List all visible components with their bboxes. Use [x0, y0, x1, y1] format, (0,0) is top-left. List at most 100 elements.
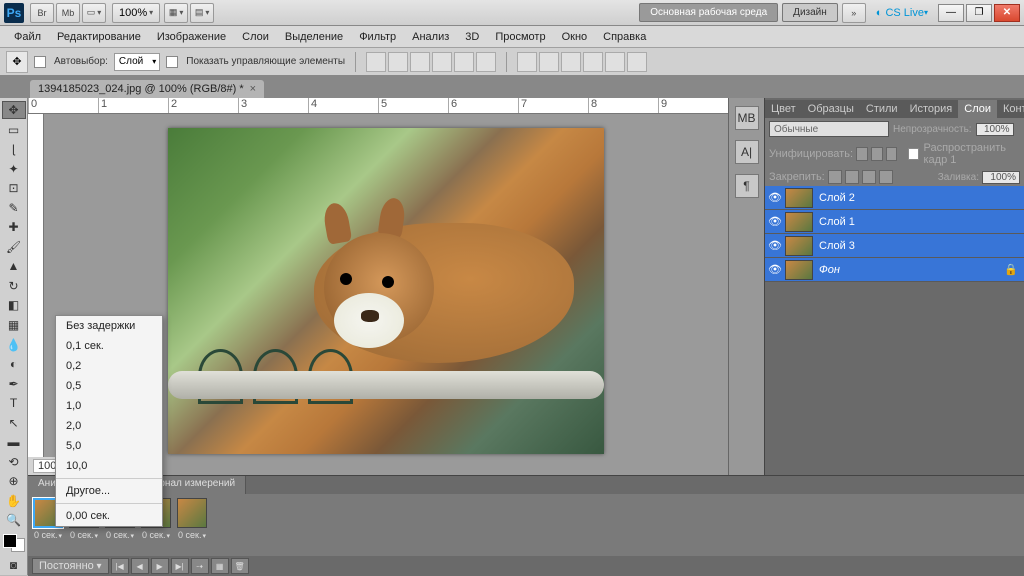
layer-name[interactable]: Фон [819, 264, 840, 276]
layer-visibility-icon[interactable]: 👁 [765, 191, 785, 204]
window-minimize-button[interactable]: — [938, 4, 964, 22]
frame-delay-dropdown[interactable]: 0 сек. [106, 530, 134, 540]
menu-filter[interactable]: Фильтр [351, 28, 404, 46]
layer-thumbnail[interactable] [785, 212, 813, 232]
menu-view[interactable]: Просмотр [487, 28, 553, 46]
frame-thumbnail[interactable] [177, 498, 207, 528]
play-button[interactable]: ▶ [151, 558, 169, 574]
shape-tool[interactable]: ▬ [2, 433, 26, 451]
workspace-design-button[interactable]: Дизайн [782, 3, 838, 22]
path-tool[interactable]: ↖ [2, 414, 26, 432]
loop-dropdown[interactable]: Постоянно ▾ [32, 558, 109, 574]
distribute-top-button[interactable] [517, 52, 537, 72]
auto-select-checkbox[interactable] [34, 56, 46, 68]
delay-option-0-1[interactable]: 0,1 сек. [56, 336, 162, 356]
frame-delay-dropdown[interactable]: 0 сек. [142, 530, 170, 540]
cslive-dropdown[interactable]: CS Live [876, 7, 928, 19]
layer-thumbnail[interactable] [785, 188, 813, 208]
layer-name[interactable]: Слой 2 [819, 192, 855, 204]
extras-dropdown[interactable]: ▤ [190, 3, 214, 23]
bridge-button[interactable]: Br [30, 3, 54, 23]
wand-tool[interactable]: ✦ [2, 160, 26, 178]
brush-tool[interactable]: 🖌 [2, 238, 26, 256]
distribute-left-button[interactable] [583, 52, 603, 72]
heal-tool[interactable]: ✚ [2, 219, 26, 237]
window-close-button[interactable]: ✕ [994, 4, 1020, 22]
minibridge-dock-icon[interactable]: MB [735, 106, 759, 130]
delay-option-0-2[interactable]: 0,2 [56, 356, 162, 376]
unify-position-button[interactable] [856, 147, 868, 161]
delay-option-current[interactable]: 0,00 сек. [56, 506, 162, 526]
delay-option-10-0[interactable]: 10,0 [56, 456, 162, 476]
auto-select-dropdown[interactable]: Слой [114, 53, 160, 71]
paragraph-dock-icon[interactable]: ¶ [735, 174, 759, 198]
foreground-color-swatch[interactable] [3, 534, 17, 548]
color-swatch[interactable] [3, 534, 25, 552]
layer-name[interactable]: Слой 3 [819, 240, 855, 252]
blend-mode-dropdown[interactable]: Обычные [769, 121, 889, 137]
layer-row[interactable]: 👁 Слой 3 [765, 234, 1024, 258]
align-hcenter-button[interactable] [454, 52, 474, 72]
tween-button[interactable]: ⇢ [191, 558, 209, 574]
zoom-level-dropdown[interactable]: 100% [112, 3, 160, 23]
delay-option-other[interactable]: Другое... [56, 481, 162, 501]
zoom-tool[interactable]: 🔍 [2, 512, 26, 530]
stamp-tool[interactable]: ▲ [2, 258, 26, 276]
delay-option-0-5[interactable]: 0,5 [56, 376, 162, 396]
animation-frame[interactable]: 0 сек. [176, 498, 208, 552]
lock-image-button[interactable] [845, 170, 859, 184]
delay-option-5-0[interactable]: 5,0 [56, 436, 162, 456]
tab-color[interactable]: Цвет [765, 100, 802, 118]
ruler-horizontal[interactable]: 012345678910111213141516171819 [28, 98, 728, 114]
layer-row[interactable]: 👁 Фон 🔒 [765, 258, 1024, 282]
menu-layer[interactable]: Слои [234, 28, 277, 46]
3d-tool[interactable]: ⟲ [2, 453, 26, 471]
tab-layers[interactable]: Слои [958, 100, 997, 118]
menu-window[interactable]: Окно [554, 28, 596, 46]
opacity-field[interactable]: 100% [976, 123, 1014, 136]
workspace-more-button[interactable]: » [842, 3, 866, 23]
distribute-right-button[interactable] [627, 52, 647, 72]
menu-edit[interactable]: Редактирование [49, 28, 149, 46]
pen-tool[interactable]: ✒ [2, 375, 26, 393]
quickmask-button[interactable]: ◙ [2, 557, 26, 575]
unify-visibility-button[interactable] [871, 147, 883, 161]
lock-all-button[interactable] [879, 170, 893, 184]
align-left-button[interactable] [432, 52, 452, 72]
layer-thumbnail[interactable] [785, 236, 813, 256]
window-maximize-button[interactable]: ❐ [966, 4, 992, 22]
delay-option-none[interactable]: Без задержки [56, 316, 162, 336]
document-image[interactable] [168, 128, 604, 454]
menu-analysis[interactable]: Анализ [404, 28, 457, 46]
document-tab-close-icon[interactable]: × [250, 83, 256, 95]
hand-tool[interactable]: ✋ [2, 492, 26, 510]
blur-tool[interactable]: 💧 [2, 336, 26, 354]
move-tool[interactable]: ✥ [2, 101, 26, 119]
menu-image[interactable]: Изображение [149, 28, 234, 46]
workspace-essentials-button[interactable]: Основная рабочая среда [639, 3, 778, 22]
duplicate-frame-button[interactable]: ▦ [211, 558, 229, 574]
frame-delay-dropdown[interactable]: 0 сек. [178, 530, 206, 540]
dodge-tool[interactable]: ◐ [2, 355, 26, 373]
distribute-hcenter-button[interactable] [605, 52, 625, 72]
menu-file[interactable]: Файл [6, 28, 49, 46]
tab-history[interactable]: История [904, 100, 959, 118]
gradient-tool[interactable]: ▦ [2, 316, 26, 334]
3d-camera-tool[interactable]: ⊕ [2, 473, 26, 491]
move-tool-preset-icon[interactable]: ✥ [6, 51, 28, 73]
align-bottom-button[interactable] [410, 52, 430, 72]
delay-option-1-0[interactable]: 1,0 [56, 396, 162, 416]
next-frame-button[interactable]: ▶| [171, 558, 189, 574]
marquee-tool[interactable]: ▭ [2, 121, 26, 139]
delete-frame-button[interactable]: 🗑 [231, 558, 249, 574]
layer-visibility-icon[interactable]: 👁 [765, 215, 785, 228]
layer-row[interactable]: 👁 Слой 1 [765, 210, 1024, 234]
layer-visibility-icon[interactable]: 👁 [765, 263, 785, 276]
document-tab[interactable]: 1394185023_024.jpg @ 100% (RGB/8#) * × [30, 80, 264, 98]
first-frame-button[interactable]: |◀ [111, 558, 129, 574]
lock-transparent-button[interactable] [828, 170, 842, 184]
layer-thumbnail[interactable] [785, 260, 813, 280]
tab-paths[interactable]: Контуры [997, 100, 1024, 118]
delay-option-2-0[interactable]: 2,0 [56, 416, 162, 436]
align-vcenter-button[interactable] [388, 52, 408, 72]
